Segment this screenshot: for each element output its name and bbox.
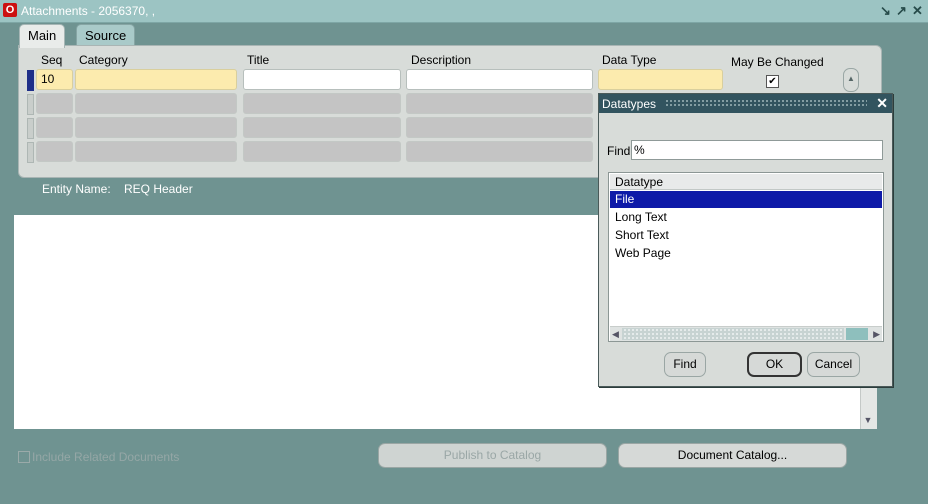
category-field[interactable] xyxy=(75,141,237,162)
title-field[interactable] xyxy=(243,117,401,138)
datatype-list: Datatype File Long Text Short Text Web P… xyxy=(608,172,884,342)
close-icon[interactable]: ✕ xyxy=(876,95,888,112)
publish-to-catalog-button: Publish to Catalog xyxy=(378,443,607,468)
scroll-thumb[interactable] xyxy=(622,328,844,340)
category-field[interactable] xyxy=(75,93,237,114)
column-header-may-be-changed: May Be Changed xyxy=(731,55,824,69)
seq-field[interactable] xyxy=(36,141,73,162)
window-title: Attachments - 2056370, , xyxy=(21,4,156,18)
include-related-checkbox xyxy=(18,451,30,463)
column-header-description: Description xyxy=(411,53,472,67)
cancel-button-label: Cancel xyxy=(814,357,853,371)
column-header-seq: Seq xyxy=(41,53,63,67)
drag-handle-icon[interactable] xyxy=(665,99,867,108)
ok-button[interactable]: OK xyxy=(747,352,802,377)
tab-main[interactable]: Main xyxy=(19,24,66,48)
description-field[interactable] xyxy=(406,93,593,114)
description-field[interactable] xyxy=(406,117,593,138)
scroll-down-icon[interactable]: ▼ xyxy=(860,412,876,428)
find-label: Find xyxy=(607,144,631,158)
scroll-left-icon[interactable]: ◀ xyxy=(612,327,619,341)
seq-value: 10 xyxy=(41,72,55,86)
include-related-documents: Include Related Documents xyxy=(18,450,179,464)
title-field[interactable] xyxy=(243,141,401,162)
seq-field[interactable] xyxy=(36,117,73,138)
ok-button-label: OK xyxy=(765,357,784,371)
entity-name-label: Entity Name: xyxy=(42,182,111,196)
title-field[interactable] xyxy=(243,69,401,90)
seq-field[interactable] xyxy=(36,93,73,114)
description-field[interactable] xyxy=(406,69,593,90)
dialog-titlebar[interactable]: Datatypes ✕ xyxy=(599,94,892,113)
list-item-web-page[interactable]: Web Page xyxy=(610,245,882,262)
datatypes-dialog: Datatypes ✕ Find % Datatype File Long Te… xyxy=(598,93,893,387)
list-item-short-text[interactable]: Short Text xyxy=(610,227,882,244)
window-titlebar[interactable]: O Attachments - 2056370, , ↘ ↗ ✕ xyxy=(0,0,928,23)
row-indicator[interactable] xyxy=(27,142,34,163)
entity-name-value: REQ Header xyxy=(124,182,193,196)
data-type-field[interactable] xyxy=(598,69,723,90)
row-indicator-active[interactable] xyxy=(27,70,34,91)
category-field[interactable] xyxy=(75,117,237,138)
attachments-window: O Attachments - 2056370, , ↘ ↗ ✕ Main So… xyxy=(0,0,928,504)
find-button[interactable]: Find xyxy=(664,352,706,377)
list-item-file[interactable]: File xyxy=(610,191,882,208)
list-item-long-text[interactable]: Long Text xyxy=(610,209,882,226)
description-field[interactable] xyxy=(406,141,593,162)
may-be-changed-checkbox[interactable]: ✔ xyxy=(766,75,779,88)
close-icon[interactable]: ✕ xyxy=(911,3,924,18)
list-header-datatype: Datatype xyxy=(610,174,882,190)
row-indicator[interactable] xyxy=(27,94,34,115)
seq-field[interactable]: 10 xyxy=(36,69,73,90)
tab-source[interactable]: Source xyxy=(76,24,136,47)
column-header-title: Title xyxy=(247,53,270,67)
scroll-right-icon[interactable]: ▶ xyxy=(873,327,880,341)
dialog-title: Datatypes xyxy=(602,97,657,111)
document-catalog-button[interactable]: Document Catalog... xyxy=(618,443,847,468)
list-horizontal-scrollbar[interactable]: ◀ ▶ xyxy=(610,326,882,341)
window-controls: ↘ ↗ ✕ xyxy=(879,3,924,18)
row-indicator[interactable] xyxy=(27,118,34,139)
scroll-track-end xyxy=(846,328,868,340)
grid-scroll-up-icon[interactable]: ▲ xyxy=(843,68,859,92)
cancel-button[interactable]: Cancel xyxy=(807,352,860,377)
maximize-icon[interactable]: ↗ xyxy=(895,3,908,18)
title-field[interactable] xyxy=(243,93,401,114)
oracle-o-icon: O xyxy=(3,3,17,17)
column-header-category: Category xyxy=(79,53,128,67)
find-input[interactable]: % xyxy=(631,140,883,160)
find-button-label: Find xyxy=(673,357,697,371)
include-related-label: Include Related Documents xyxy=(32,450,180,464)
column-header-data-type: Data Type xyxy=(602,53,657,67)
minimize-icon[interactable]: ↘ xyxy=(879,3,892,18)
category-field[interactable] xyxy=(75,69,237,90)
